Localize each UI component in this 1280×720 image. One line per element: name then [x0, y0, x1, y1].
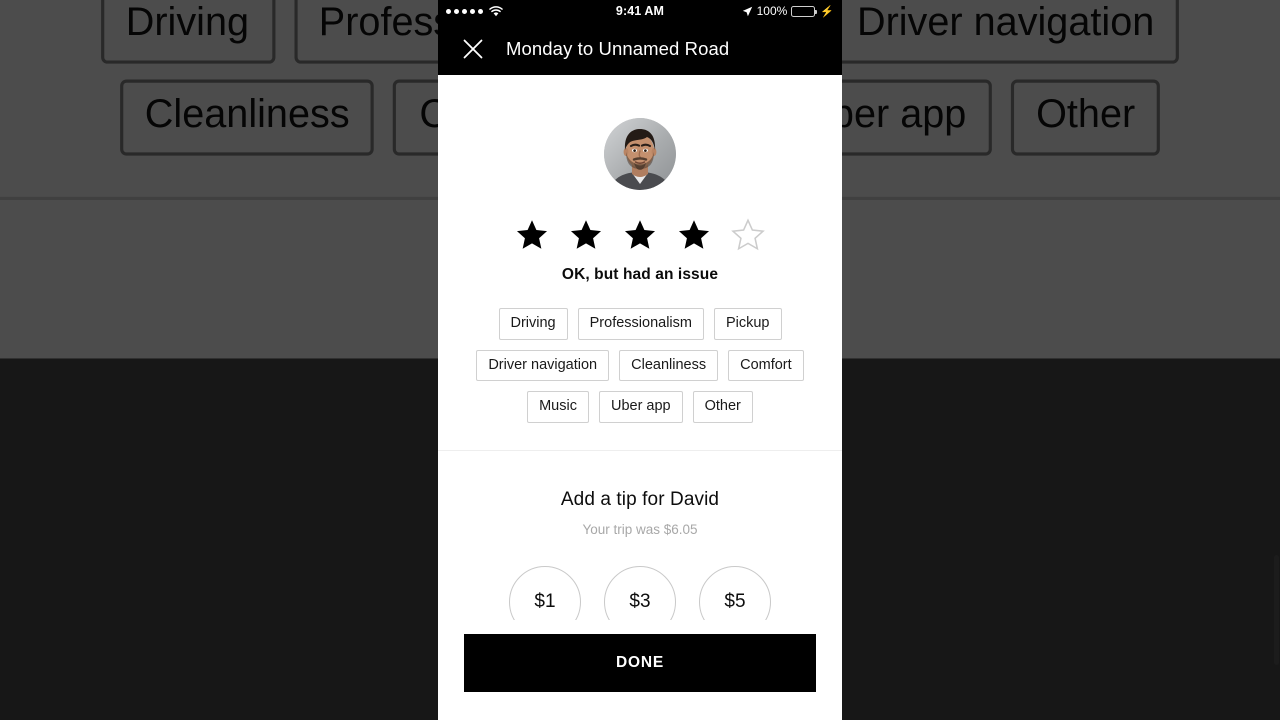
issue-tag-list: Driving Professionalism Pickup Driver na… — [438, 284, 842, 424]
rating-section: OK, but had an issue Driving Professiona… — [438, 75, 842, 424]
background-tag: Driving — [100, 0, 275, 63]
issue-tag-driver-navigation[interactable]: Driver navigation — [476, 349, 610, 382]
star-icon-filled[interactable] — [515, 218, 549, 252]
footer-bar: DONE — [438, 620, 842, 720]
signal-dot-icon — [462, 8, 467, 14]
issue-tag-other[interactable]: Other — [692, 391, 753, 424]
screen-root: OK, but had an issue Driving Professiona… — [0, 0, 1280, 720]
tip-title: Add a tip for David — [560, 489, 720, 511]
issue-tag-professionalism[interactable]: Professionalism — [577, 308, 704, 340]
avatar-wrapper — [438, 118, 842, 190]
star-icon-filled[interactable] — [623, 218, 657, 252]
status-bar-right: 100% ⚡ — [742, 4, 834, 18]
issue-tag-uber-app[interactable]: Uber app — [598, 391, 683, 424]
issue-tag-comfort[interactable]: Comfort — [728, 349, 804, 382]
signal-dot-icon — [478, 8, 483, 14]
issue-tag-pickup[interactable]: Pickup — [713, 308, 782, 340]
signal-dot-icon — [454, 8, 459, 14]
status-bar: 9:41 AM 100% ⚡ — [438, 0, 842, 22]
issue-tag-music[interactable]: Music — [527, 391, 589, 424]
star-icon-filled[interactable] — [677, 218, 711, 252]
signal-dot-icon — [470, 8, 475, 14]
star-icon-filled[interactable] — [569, 218, 603, 252]
status-bar-left — [446, 5, 503, 17]
trip-title: Monday to Unnamed Road — [506, 37, 730, 59]
star-icon-empty[interactable] — [731, 218, 765, 252]
phone-viewport: 9:41 AM 100% ⚡ Monday to Unnamed Road OK… — [438, 0, 842, 720]
battery-full-icon — [791, 5, 818, 17]
nav-bar: Monday to Unnamed Road — [438, 22, 842, 75]
wifi-icon — [489, 5, 503, 17]
signal-dot-icon — [446, 8, 451, 14]
issue-tag-cleanliness[interactable]: Cleanliness — [619, 349, 719, 382]
location-arrow-icon — [742, 6, 753, 17]
background-tag: Cleanliness — [119, 78, 376, 155]
scrollbar-thumb[interactable] — [1274, 555, 1279, 665]
battery-percent-label: 100% — [756, 4, 788, 18]
lightning-bolt-icon: ⚡ — [820, 5, 834, 18]
rating-label: OK, but had an issue — [561, 266, 719, 283]
done-button[interactable]: DONE — [464, 634, 816, 692]
close-icon[interactable] — [460, 36, 486, 62]
trip-fare-note: Your trip was $6.05 — [582, 522, 698, 538]
avatar — [604, 118, 676, 190]
tip-section: Add a tip for David Your trip was $6.05 … — [438, 451, 842, 639]
background-tag: Other — [1010, 78, 1161, 155]
issue-tag-driving[interactable]: Driving — [498, 308, 568, 340]
background-tag: Driver navigation — [831, 0, 1180, 63]
star-rating[interactable] — [438, 218, 842, 252]
scrollbar-track[interactable] — [836, 150, 842, 720]
